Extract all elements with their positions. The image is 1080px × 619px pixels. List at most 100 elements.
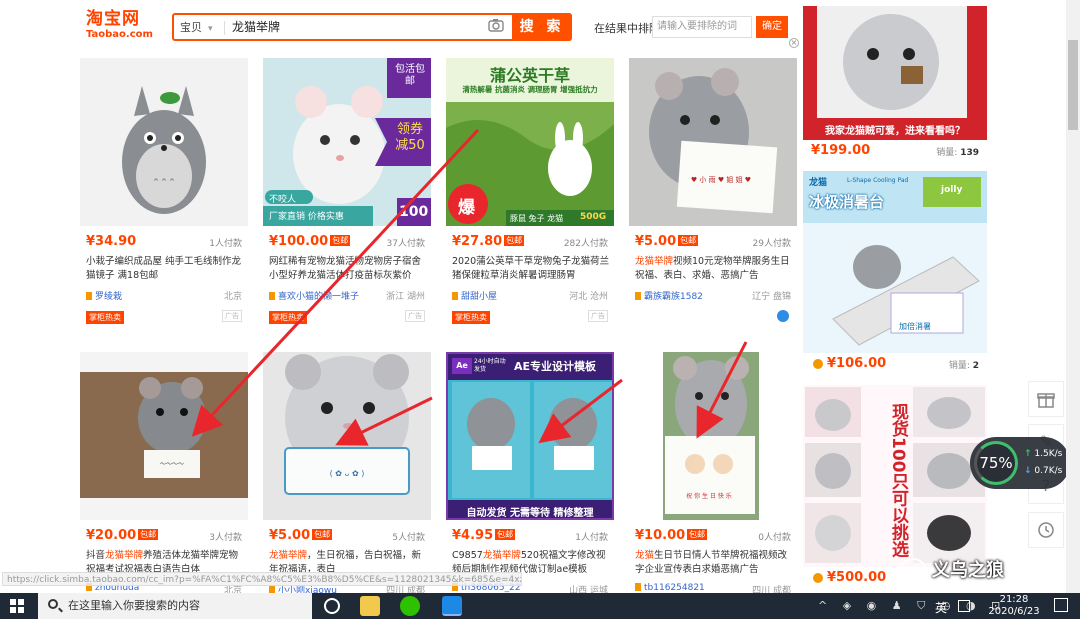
shop-link[interactable]: tb116254821 xyxy=(635,583,705,593)
title-text: C9857 xyxy=(452,550,483,561)
sidebar-ad-info: ¥106.00 销量: 2 xyxy=(803,353,987,375)
price-row: ¥20.00 包邮 3人付款 xyxy=(86,528,246,544)
shop-link[interactable]: 喜欢小猫的懒一堆子 xyxy=(269,292,359,302)
title-highlight: 龙猫 xyxy=(635,550,655,561)
shop-link[interactable]: 霸族霸族1582 xyxy=(635,292,703,302)
sidebar-ad-image[interactable]: 龙猫 L-Shape Cooling Pad 冰极消暑台 jolly 加倍消暑 xyxy=(803,171,987,353)
exclude-label: 在结果中排除 xyxy=(594,22,660,35)
notification-icon[interactable] xyxy=(1054,598,1068,612)
ime-indicator[interactable]: 英 xyxy=(935,599,947,616)
chevron-down-icon: ▾ xyxy=(208,24,213,34)
sidebar-price: ¥199.00 xyxy=(811,143,871,158)
search-box: 宝贝 ▾ 搜 索 xyxy=(172,13,572,41)
price-row: ¥27.80 包邮 282人付款 xyxy=(452,234,612,250)
close-icon[interactable]: × xyxy=(789,38,799,48)
svg-text:♥ 小 雨 ♥ 姐 姐 ♥: ♥ 小 雨 ♥ 姐 姐 ♥ xyxy=(691,175,751,184)
shop-link[interactable]: 甜甜小屋 xyxy=(452,292,497,302)
sidebar-price: ¥500.00 xyxy=(827,570,887,585)
svg-text:～～～～: ～～～～ xyxy=(160,461,184,468)
taskbar-search-placeholder: 在这里输入你要搜索的内容 xyxy=(68,599,200,612)
shop-name: 霸族霸族1582 xyxy=(644,292,703,302)
product-image[interactable]: 包活包邮 领券减50 不咬人 厂家直销 价格实惠 100 xyxy=(263,58,431,226)
shop-icon xyxy=(635,292,641,300)
keyboard-icon[interactable] xyxy=(958,600,970,612)
price: ¥27.80 xyxy=(452,234,503,249)
crown-icon xyxy=(813,359,823,369)
ad-label: 广告 xyxy=(405,310,425,322)
search-category-label: 宝贝 xyxy=(180,21,202,34)
tag-row: 掌柜热卖 广告 xyxy=(86,310,246,324)
product-title[interactable]: 网红稀有宠物龙猫活物宠物房子宿舍小型好养龙猫活体打疫苗标灰紫价 xyxy=(269,255,427,283)
task-view-icon[interactable] xyxy=(324,598,340,614)
scrollbar-thumb[interactable] xyxy=(1068,40,1078,130)
product-image[interactable]: 蒲公英干草 清热解暑 抗菌消炎 调理肠胃 增强抵抗力 爆 豚鼠 兔子 龙猫 50… xyxy=(446,58,614,226)
product-title[interactable]: 小栽子编织成品屋 纯手工毛线制作龙猫镜子 满18包邮 xyxy=(86,255,244,283)
taobao-header: 淘宝网 Taobao.com 宝贝 ▾ 搜 索 在结果中排除 请输入要排除的词 确… xyxy=(78,6,800,46)
product-card[interactable]: ( ✿ ᴗ ✿ ) ¥5.00 包邮 5人付款 龙猫举牌，生日祝福，告白祝福，新年… xyxy=(263,352,431,596)
sidebar-ad-caption: 现货100只可以挑选 xyxy=(888,402,908,558)
shop-name: 甜甜小屋 xyxy=(461,292,498,302)
sidebar-ad[interactable]: 龙猫 L-Shape Cooling Pad 冰极消暑台 jolly 加倍消暑 … xyxy=(803,171,987,377)
sales-label: 销量: xyxy=(936,148,958,158)
sales-count: 2 xyxy=(972,361,979,371)
image-burst: 爆 xyxy=(458,198,475,218)
exclude-input[interactable]: 请输入要排除的词 xyxy=(652,16,752,38)
wechat-taskbar-icon[interactable] xyxy=(400,596,420,616)
product-image[interactable]: 祝 你 生 日 快 乐 xyxy=(629,352,797,520)
upload-value: 1.5K/s xyxy=(1034,449,1063,459)
title-text: 网红稀有宠物龙猫活物宠物房子宿舍小型好养龙猫活体打疫苗标灰紫价 xyxy=(269,256,422,281)
image-title: 蒲公英干草 xyxy=(489,66,570,85)
scrollbar[interactable] xyxy=(1066,0,1080,593)
title-text: 生日节日情人节举牌祝福视频改字企业宣传表白求婚恶搞广告 xyxy=(635,550,788,575)
system-tray[interactable]: ^ ◈ ◉ ♟ ⛉ ◷ ◑ ⊡ xyxy=(818,599,1006,613)
up-arrow-icon: ↑ xyxy=(1024,449,1032,459)
sidebar-ad-image[interactable]: 我家龙猫贼可爱，进来看看吗？ xyxy=(803,6,987,140)
product-image[interactable]: Ae 24小时自动发货 AE专业设计模板 自动发货 无需等待 精修整理 xyxy=(446,352,614,520)
product-card[interactable]: ♥ 小 雨 ♥ 姐 姐 ♥ ¥5.00 包邮 29人付款 龙猫举牌视频10元宠物举… xyxy=(629,58,797,334)
exclude-confirm-button[interactable]: 确定 xyxy=(756,16,788,38)
browser-icon[interactable] xyxy=(442,596,462,616)
product-card[interactable]: 祝 你 生 日 快 乐 ¥10.00 包邮 0人付款 龙猫生日节日情人节举牌祝福视… xyxy=(629,352,797,596)
wangwang-icon[interactable] xyxy=(777,310,789,322)
search-category-select[interactable]: 宝贝 ▾ xyxy=(180,19,213,35)
title-highlight: 龙猫举牌 xyxy=(269,550,308,561)
taskbar-search[interactable]: 在这里输入你要搜索的内容 xyxy=(38,593,312,619)
ad-label: 广告 xyxy=(222,310,242,322)
product-image[interactable]: ～～～～ xyxy=(80,352,248,520)
location: 辽宁 盘锦 xyxy=(752,292,791,302)
sidebar-ad-title: 冰极消暑台 xyxy=(809,193,885,211)
download-speed: ↓ 0.7K/s xyxy=(1024,466,1062,476)
product-card[interactable]: 包活包邮 领券减50 不咬人 厂家直销 价格实惠 100 ¥100.00 包邮 3… xyxy=(263,58,431,334)
gift-icon[interactable] xyxy=(1028,381,1064,417)
product-card[interactable]: 蒲公英干草 清热解暑 抗菌消炎 调理肠胃 增强抵抗力 爆 豚鼠 兔子 龙猫 50… xyxy=(446,58,614,334)
product-title[interactable]: 龙猫举牌视频10元宠物举牌服务生日祝福、表白、求婚、恶搞广告 xyxy=(635,255,793,283)
shop-row: 甜甜小屋 河北 沧州 xyxy=(452,289,612,302)
camera-icon[interactable] xyxy=(488,18,506,34)
sidebar-sales: 销量: 139 xyxy=(936,145,979,158)
product-title[interactable]: 2020蒲公英草干草宠物兔子龙猫荷兰猪保健粒草消炎解暑调理肠胃 xyxy=(452,255,610,283)
product-image[interactable]: ( ✿ ᴗ ✿ ) xyxy=(263,352,431,520)
product-card[interactable]: Ae 24小时自动发货 AE专业设计模板 自动发货 无需等待 精修整理 ¥4.9… xyxy=(446,352,614,596)
sidebar-ad-image[interactable]: 现货100只可以挑选 xyxy=(803,385,987,567)
buyer-count: 29人付款 xyxy=(752,239,791,249)
ae-logo: Ae xyxy=(452,358,472,374)
network-speed-widget[interactable]: 75% ↑ 1.5K/s ↓ 0.7K/s xyxy=(970,437,1070,489)
search-input[interactable] xyxy=(232,19,472,33)
product-image[interactable]: ^ ^ ^ xyxy=(80,58,248,226)
sidebar-ad[interactable]: 我家龙猫贼可爱，进来看看吗？ ¥199.00 销量: 139 xyxy=(803,6,987,164)
price: ¥10.00 xyxy=(635,528,686,543)
product-card[interactable]: ^ ^ ^ ¥34.90 1人付款 小栽子编织成品屋 纯手工毛线制作龙猫镜子 满… xyxy=(80,58,248,334)
product-card[interactable]: ～～～～ ¥20.00 包邮 3人付款 抖音龙猫举牌养殖活体龙猫举牌宠物祝福考试祝… xyxy=(80,352,248,596)
free-shipping-badge: 包邮 xyxy=(312,529,333,540)
product-image[interactable]: ♥ 小 雨 ♥ 姐 姐 ♥ xyxy=(629,58,797,226)
sidebar-price: ¥106.00 xyxy=(827,356,887,371)
taobao-logo[interactable]: 淘宝网 Taobao.com xyxy=(86,10,153,44)
windows-start-icon[interactable] xyxy=(10,599,24,613)
clock[interactable]: 21:28 2020/6/23 xyxy=(984,594,1044,618)
history-icon[interactable] xyxy=(1028,512,1064,548)
price-row: ¥4.95 包邮 1人付款 xyxy=(452,528,612,544)
shop-link[interactable]: 罗绫栽 xyxy=(86,292,122,302)
search-button[interactable]: 搜 索 xyxy=(512,13,572,41)
file-explorer-icon[interactable] xyxy=(360,596,380,616)
product-title[interactable]: 龙猫生日节日情人节举牌祝福视频改字企业宣传表白求婚恶搞广告 xyxy=(635,549,793,577)
